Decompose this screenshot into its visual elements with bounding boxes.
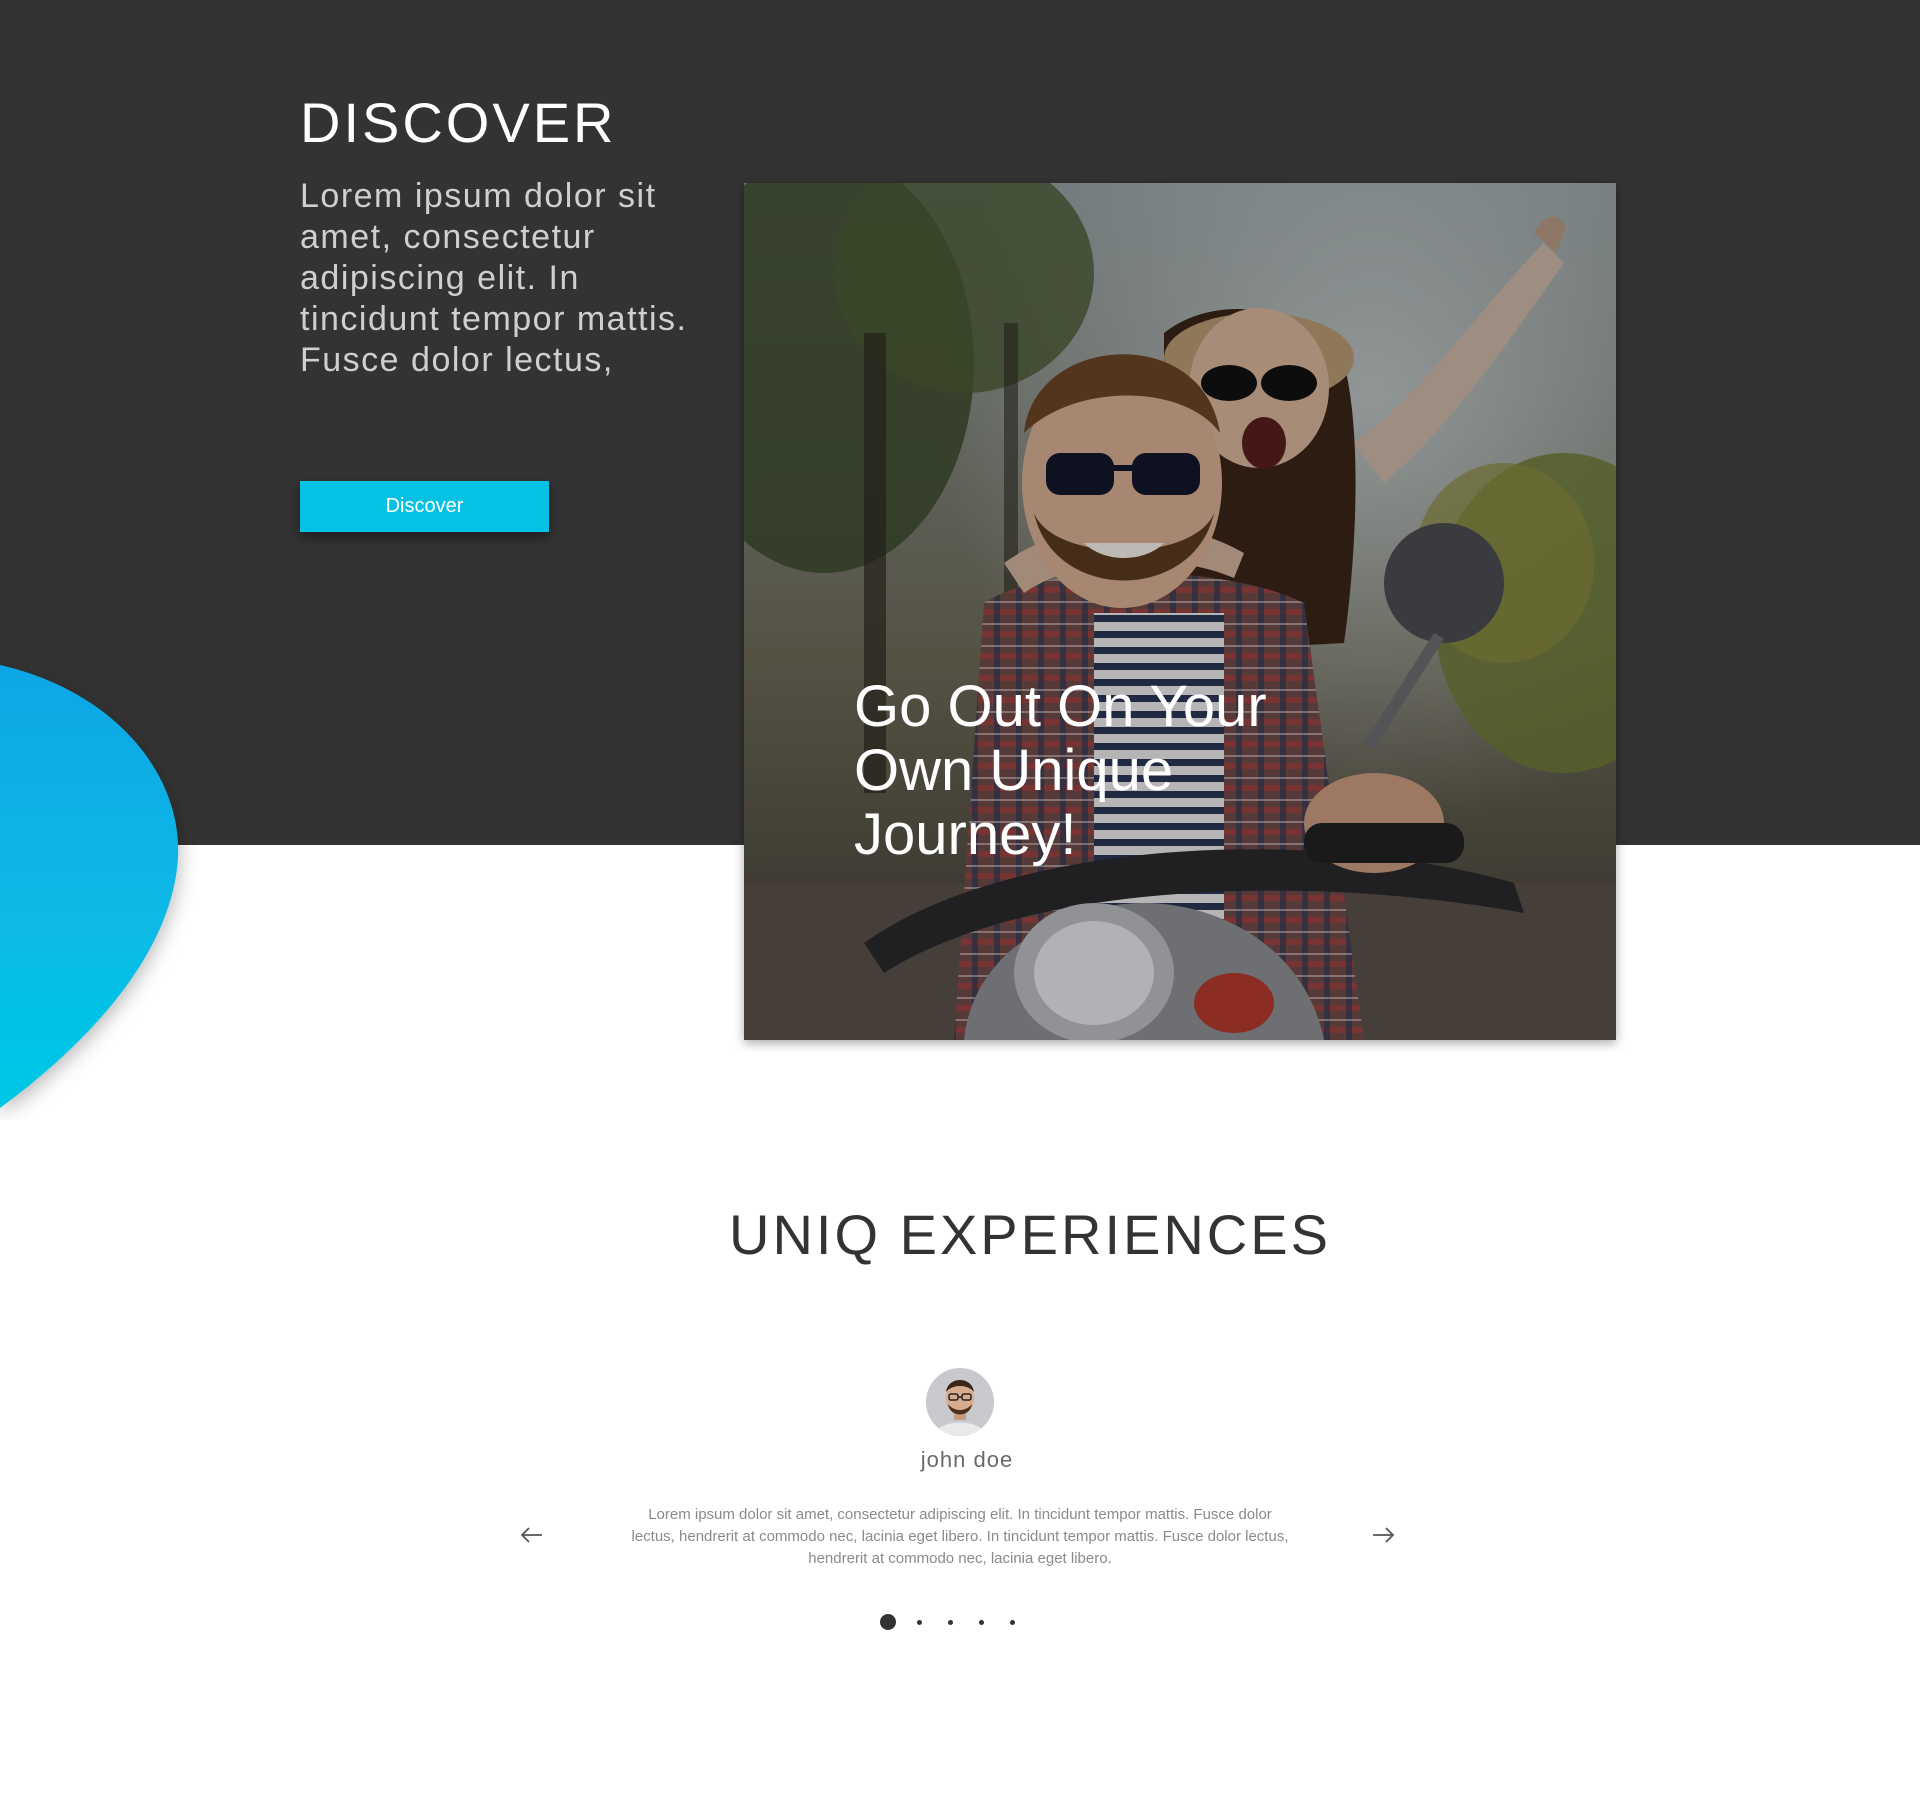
- carousel-next-button[interactable]: [1368, 1520, 1398, 1550]
- couple-scooter-photo: [744, 183, 1616, 1040]
- arrow-right-icon: [1373, 1527, 1395, 1543]
- decorative-blue-blob: [0, 665, 179, 1108]
- hero-description: Lorem ipsum dolor sit amet, consectetur …: [300, 177, 688, 379]
- author-name: john doe: [920, 1447, 1014, 1472]
- feature-caption: Go Out On Your Own Unique Journey!: [854, 674, 1267, 867]
- author-avatar: [926, 1368, 994, 1436]
- carousel-prev-button[interactable]: [517, 1520, 547, 1550]
- pagination-dot-active[interactable]: [880, 1614, 896, 1630]
- hero-title: DISCOVER: [300, 91, 617, 154]
- person-avatar-icon: [926, 1368, 994, 1436]
- discover-button[interactable]: Discover: [300, 481, 549, 532]
- feature-image-card: Go Out On Your Own Unique Journey!: [744, 183, 1616, 1040]
- pagination-dot[interactable]: [916, 1619, 922, 1625]
- testimonial-text: Lorem ipsum dolor sit amet, consectetur …: [631, 1506, 1289, 1567]
- pagination-dot[interactable]: [947, 1619, 953, 1625]
- arrow-left-icon: [520, 1527, 542, 1543]
- pagination-dot[interactable]: [1009, 1619, 1015, 1625]
- experiences-section-title: UNIQ EXPERIENCES: [729, 1203, 1331, 1266]
- carousel-pagination: [880, 1612, 1030, 1632]
- pagination-dot[interactable]: [978, 1619, 984, 1625]
